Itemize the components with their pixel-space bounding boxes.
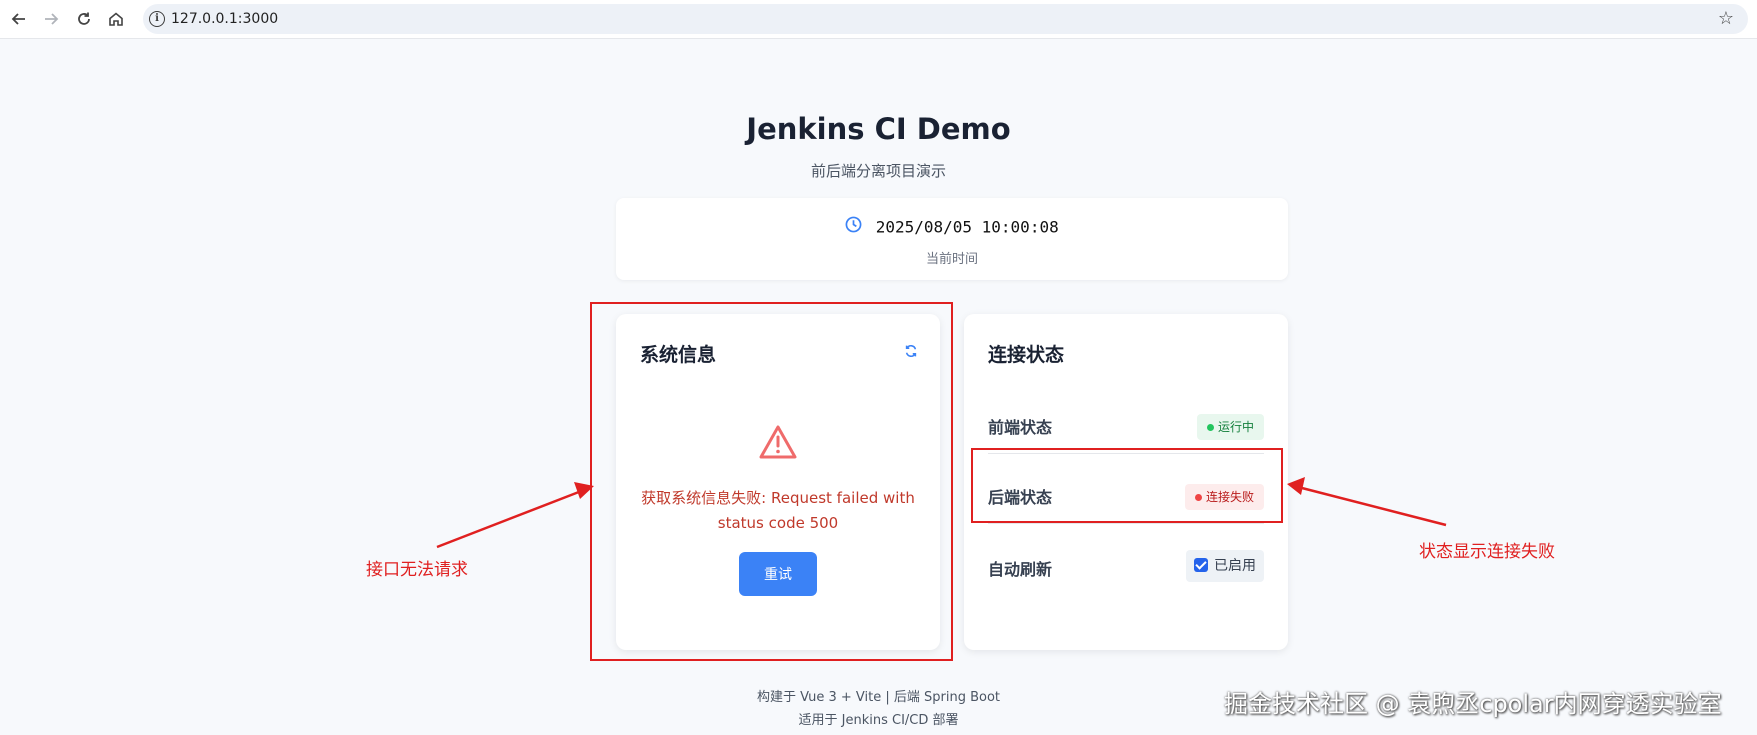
annotation-arrowhead-left — [574, 482, 594, 499]
annotation-arrow-left — [436, 488, 585, 549]
annotation-arrows — [436, 477, 1447, 549]
annotation-arrowhead-right — [1287, 477, 1305, 495]
watermark: 掘金技术社区 @ 袁煦丞cpolar内网穿透实验室 — [1224, 690, 1722, 718]
annotation-note-right: 状态显示连接失败 — [1419, 542, 1555, 562]
annotation-arrow-right — [1297, 485, 1447, 527]
annotation-note-left: 接口无法请求 — [366, 560, 468, 580]
